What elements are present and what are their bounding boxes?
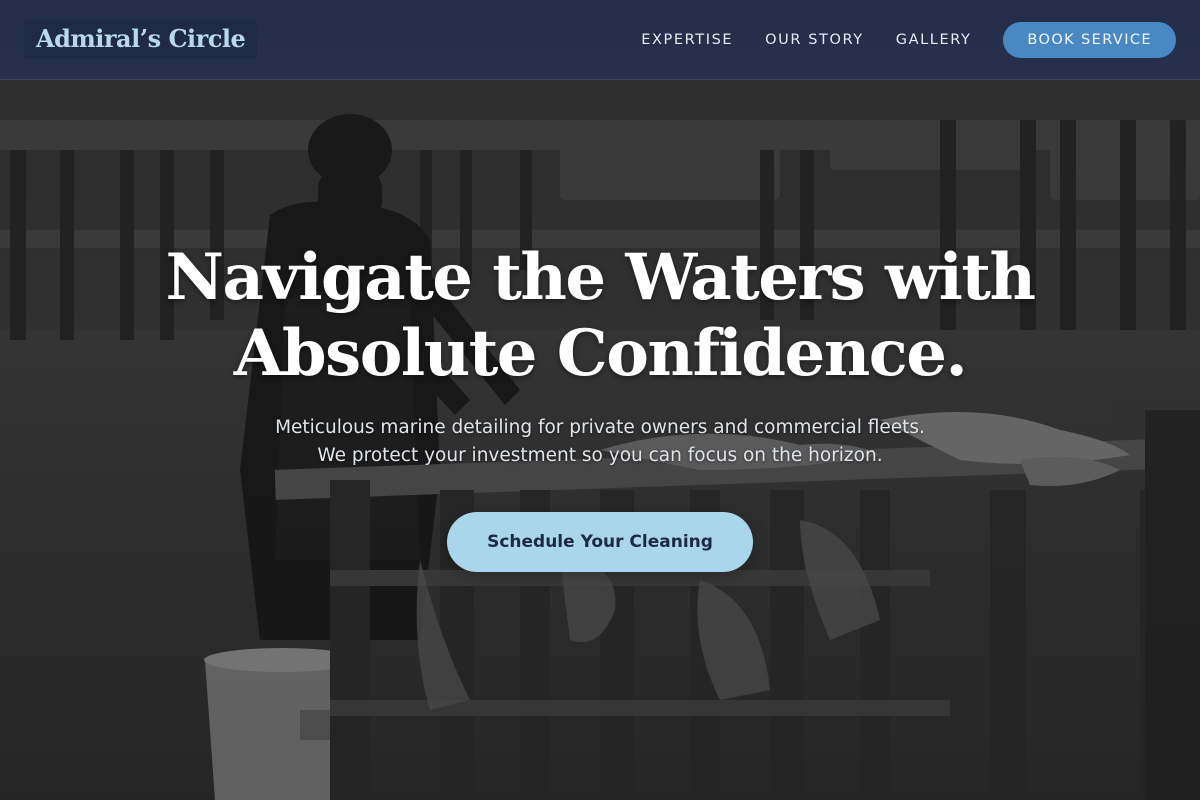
brand-logo[interactable]: Admiral’s Circle <box>24 20 258 59</box>
hero-title-line-2: Absolute Confidence. <box>233 316 968 391</box>
hero-subtitle-line-1: Meticulous marine detailing for private … <box>275 417 925 438</box>
hero-section: Navigate the Waters with Absolute Confid… <box>0 240 1200 572</box>
hero-title: Navigate the Waters with Absolute Confid… <box>0 240 1200 392</box>
nav-link-expertise[interactable]: EXPERTISE <box>641 30 733 50</box>
hero-subtitle: Meticulous marine detailing for private … <box>0 414 1200 470</box>
nav-link-our-story[interactable]: OUR STORY <box>765 30 864 50</box>
hero-subtitle-line-2: We protect your investment so you can fo… <box>317 445 883 466</box>
book-service-button[interactable]: BOOK SERVICE <box>1003 21 1176 58</box>
landing-page: Admiral’s Circle EXPERTISE OUR STORY GAL… <box>0 0 1200 800</box>
site-header: Admiral’s Circle EXPERTISE OUR STORY GAL… <box>0 0 1200 80</box>
main-nav: EXPERTISE OUR STORY GALLERY BOOK SERVICE <box>641 21 1176 58</box>
nav-link-gallery[interactable]: GALLERY <box>896 30 972 50</box>
hero-title-line-1: Navigate the Waters with <box>165 240 1036 315</box>
schedule-cleaning-button[interactable]: Schedule Your Cleaning <box>447 512 753 572</box>
